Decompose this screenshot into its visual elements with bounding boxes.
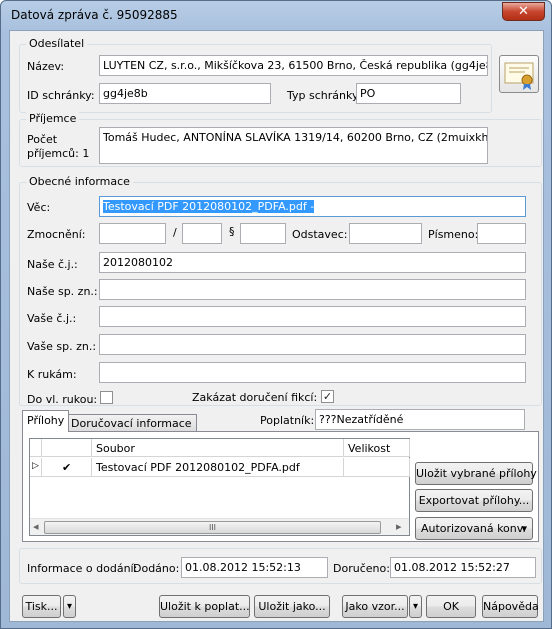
received-field[interactable]: 01.08.2012 15:52:27 <box>390 557 536 578</box>
delivery-info-label: Informace o dodání: <box>27 562 138 575</box>
paragraph-field[interactable] <box>349 223 422 244</box>
scroll-thumb[interactable]: III <box>44 521 381 534</box>
letter-label: Písmeno: <box>428 228 479 241</box>
paragraph-label: Odstavec: <box>292 228 348 241</box>
save-as-button[interactable]: Uložit jako... <box>254 595 330 618</box>
export-attachments-button[interactable]: Exportovat přílohy... <box>415 489 533 512</box>
as-template-button[interactable]: Jako vzor... <box>342 595 408 618</box>
chevron-down-icon: ▾ <box>521 522 527 535</box>
our-ref-label: Naše č.j.: <box>27 258 78 271</box>
payer-field[interactable]: ???Nezatříděné <box>315 409 525 430</box>
message-window: Datová zpráva č. 95092885 ✕ Odesílatel N… <box>0 0 552 629</box>
title-bar[interactable]: Datová zpráva č. 95092885 ✕ <box>1 1 551 29</box>
recipient-count-label-1: Počet <box>27 133 58 146</box>
scroll-right-icon[interactable]: ▸ <box>396 520 402 533</box>
recipient-count-label-2: příjemců: 1 <box>27 147 90 160</box>
recipient-group-title: Příjemce <box>26 112 80 125</box>
your-file-label: Vaše sp. zn.: <box>27 340 97 353</box>
attachment-file-size <box>344 458 410 477</box>
sender-box-type-label: Typ schránky: <box>287 89 362 102</box>
our-ref-field[interactable]: 2012080102 <box>99 252 526 273</box>
section-field[interactable] <box>240 223 286 244</box>
letter-field[interactable] <box>477 223 526 244</box>
recipient-field[interactable]: Tomáš Hudec, ANTONÍNA SLAVÍKA 1319/14, 6… <box>99 127 488 164</box>
attachment-check-icon[interactable]: ✔ <box>42 458 92 477</box>
recipient-group: Příjemce Počet příjemců: 1 Tomáš Hudec, … <box>19 112 542 167</box>
window-title: Datová zpráva č. 95092885 <box>11 8 178 22</box>
help-button[interactable]: Nápověda <box>482 595 539 618</box>
authorization-label: Zmocnění: <box>27 228 86 241</box>
general-group: Obecné informace Věc: Testovací PDF 2012… <box>19 175 542 406</box>
section-sign: § <box>229 225 235 238</box>
grid-header-file[interactable]: Soubor <box>92 439 344 457</box>
save-selected-attachments-button[interactable]: Uložit vybrané přílohy <box>415 462 537 485</box>
delivered-label: Dodáno: <box>133 562 180 575</box>
tab-attachments[interactable]: Přílohy <box>22 410 70 432</box>
authorization-slash: / <box>173 226 177 239</box>
grid-header-indicator <box>30 439 42 457</box>
grid-header-size[interactable]: Velikost <box>344 439 410 457</box>
grid-header-check <box>42 439 92 457</box>
authorized-conversion-label: Autorizovaná konv. <box>421 522 526 535</box>
attachments-panel: Soubor Velikost ▷ ✔ Testovací PDF 201208… <box>22 431 539 542</box>
subject-field[interactable]: Testovací PDF 2012080102_PDFA.pdf - <box>99 196 526 217</box>
attn-label: K rukám: <box>27 368 77 381</box>
print-dropdown-button[interactable]: ▾ <box>63 595 76 618</box>
grid-horizontal-scrollbar[interactable]: ◂ III ▸ <box>30 518 409 535</box>
your-ref-field[interactable] <box>99 306 526 327</box>
sender-name-field[interactable]: LUYTEN CZ, s.r.o., Mikšíčkova 23, 61500 … <box>99 55 488 76</box>
your-file-field[interactable] <box>99 334 526 355</box>
no-fiction-label: Zakázat doručení fikcí: <box>192 391 318 404</box>
certificate-button[interactable] <box>499 55 539 93</box>
sender-box-id-label: ID schránky: <box>27 89 95 102</box>
attachments-grid: Soubor Velikost ▷ ✔ Testovací PDF 201208… <box>29 438 410 536</box>
received-label: Doručeno: <box>333 562 390 575</box>
subject-label: Věc: <box>27 201 51 214</box>
authorization-law-field[interactable] <box>99 223 166 244</box>
scroll-left-icon[interactable]: ◂ <box>33 520 39 533</box>
save-to-filing-button[interactable]: Uložit k poplat... <box>159 595 250 618</box>
print-button[interactable]: Tisk... <box>22 595 61 618</box>
sender-name-label: Název: <box>27 60 65 73</box>
our-file-field[interactable] <box>99 279 526 300</box>
our-file-label: Naše sp. zn.: <box>27 285 98 298</box>
close-button[interactable]: ✕ <box>502 2 545 21</box>
authorization-year-field[interactable] <box>182 223 222 244</box>
row-pointer-icon: ▷ <box>30 458 42 477</box>
attachment-file-name[interactable]: Testovací PDF 2012080102_PDFA.pdf <box>92 458 344 477</box>
certificate-icon <box>504 62 534 90</box>
personal-delivery-checkbox[interactable] <box>100 391 113 404</box>
payer-label: Poplatník: <box>260 414 315 427</box>
delivery-group: Informace o dodání: Dodáno: 01.08.2012 1… <box>19 548 542 584</box>
subject-value: Testovací PDF 2012080102_PDFA.pdf - <box>103 200 315 213</box>
sender-group: Odesílatel Název: LUYTEN CZ, s.r.o., Mik… <box>19 37 492 113</box>
sender-box-id-field[interactable]: gg4je8b <box>99 83 271 104</box>
tab-delivery-info[interactable]: Doručovací informace <box>66 414 197 432</box>
personal-delivery-label: Do vl. rukou: <box>27 393 98 406</box>
general-group-title: Obecné informace <box>26 175 133 188</box>
attn-field[interactable] <box>99 362 526 383</box>
template-dropdown-button[interactable]: ▾ <box>409 595 422 618</box>
dialog-body: Odesílatel Název: LUYTEN CZ, s.r.o., Mik… <box>9 30 544 622</box>
sender-box-type-field[interactable]: PO <box>356 83 461 104</box>
sender-group-title: Odesílatel <box>26 37 88 50</box>
your-ref-label: Vaše č.j.: <box>27 312 77 325</box>
authorized-conversion-button[interactable]: Autorizovaná konv. ▾ <box>415 517 533 540</box>
no-fiction-checkbox[interactable]: ✓ <box>321 390 334 403</box>
ok-button[interactable]: OK <box>426 595 476 618</box>
delivered-field[interactable]: 01.08.2012 15:52:13 <box>181 557 328 578</box>
